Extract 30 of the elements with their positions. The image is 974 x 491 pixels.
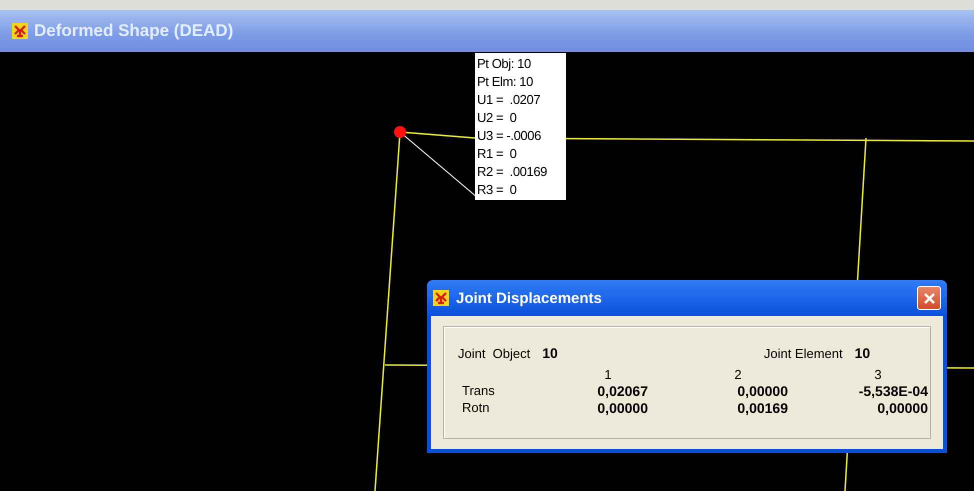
table-cell-text: 0,00000 — [876, 400, 928, 416]
row-label: Trans — [461, 383, 496, 399]
table-cell-text: 0,00000 — [736, 383, 788, 399]
table-cell-text: -5,538E-04 — [858, 383, 928, 399]
tooltip-text: U2 = 0 — [477, 109, 516, 127]
joint-object-value: 10 — [542, 345, 558, 361]
app-icon — [12, 23, 28, 39]
close-icon — [922, 292, 936, 304]
table-cell-text: 0,02067 — [596, 383, 648, 399]
close-button[interactable] — [917, 286, 941, 310]
tooltip-text: U1 = .0207 — [477, 91, 540, 109]
column-header: 2 — [733, 367, 743, 382]
tooltip-text: R3 = 0 — [477, 181, 516, 199]
app-icon — [433, 290, 449, 306]
column-header: 3 — [873, 367, 883, 382]
tooltip-text: U3 = -.0006 — [477, 127, 541, 145]
tooltip-text: Pt Obj: 10 — [477, 55, 531, 73]
dialog-title: Joint Displacements — [456, 290, 603, 306]
tooltip-text: Pt Elm: 10 — [477, 73, 533, 91]
table-cell-text: 0,00169 — [736, 400, 788, 416]
joint-marker — [394, 126, 406, 138]
window-title: Deformed Shape (DEAD) — [34, 21, 234, 41]
joint-object-label: Joint Object — [458, 346, 530, 360]
table-cell-text: 0,00000 — [596, 400, 648, 416]
tooltip-text: R1 = 0 — [477, 145, 516, 163]
column-header: 1 — [603, 367, 613, 382]
tooltip-text: R2 = .00169 — [477, 163, 548, 181]
row-label: Rotn — [461, 400, 490, 416]
joint-element-label: Joint Element — [764, 346, 843, 360]
joint-element-value: 10 — [854, 345, 870, 361]
